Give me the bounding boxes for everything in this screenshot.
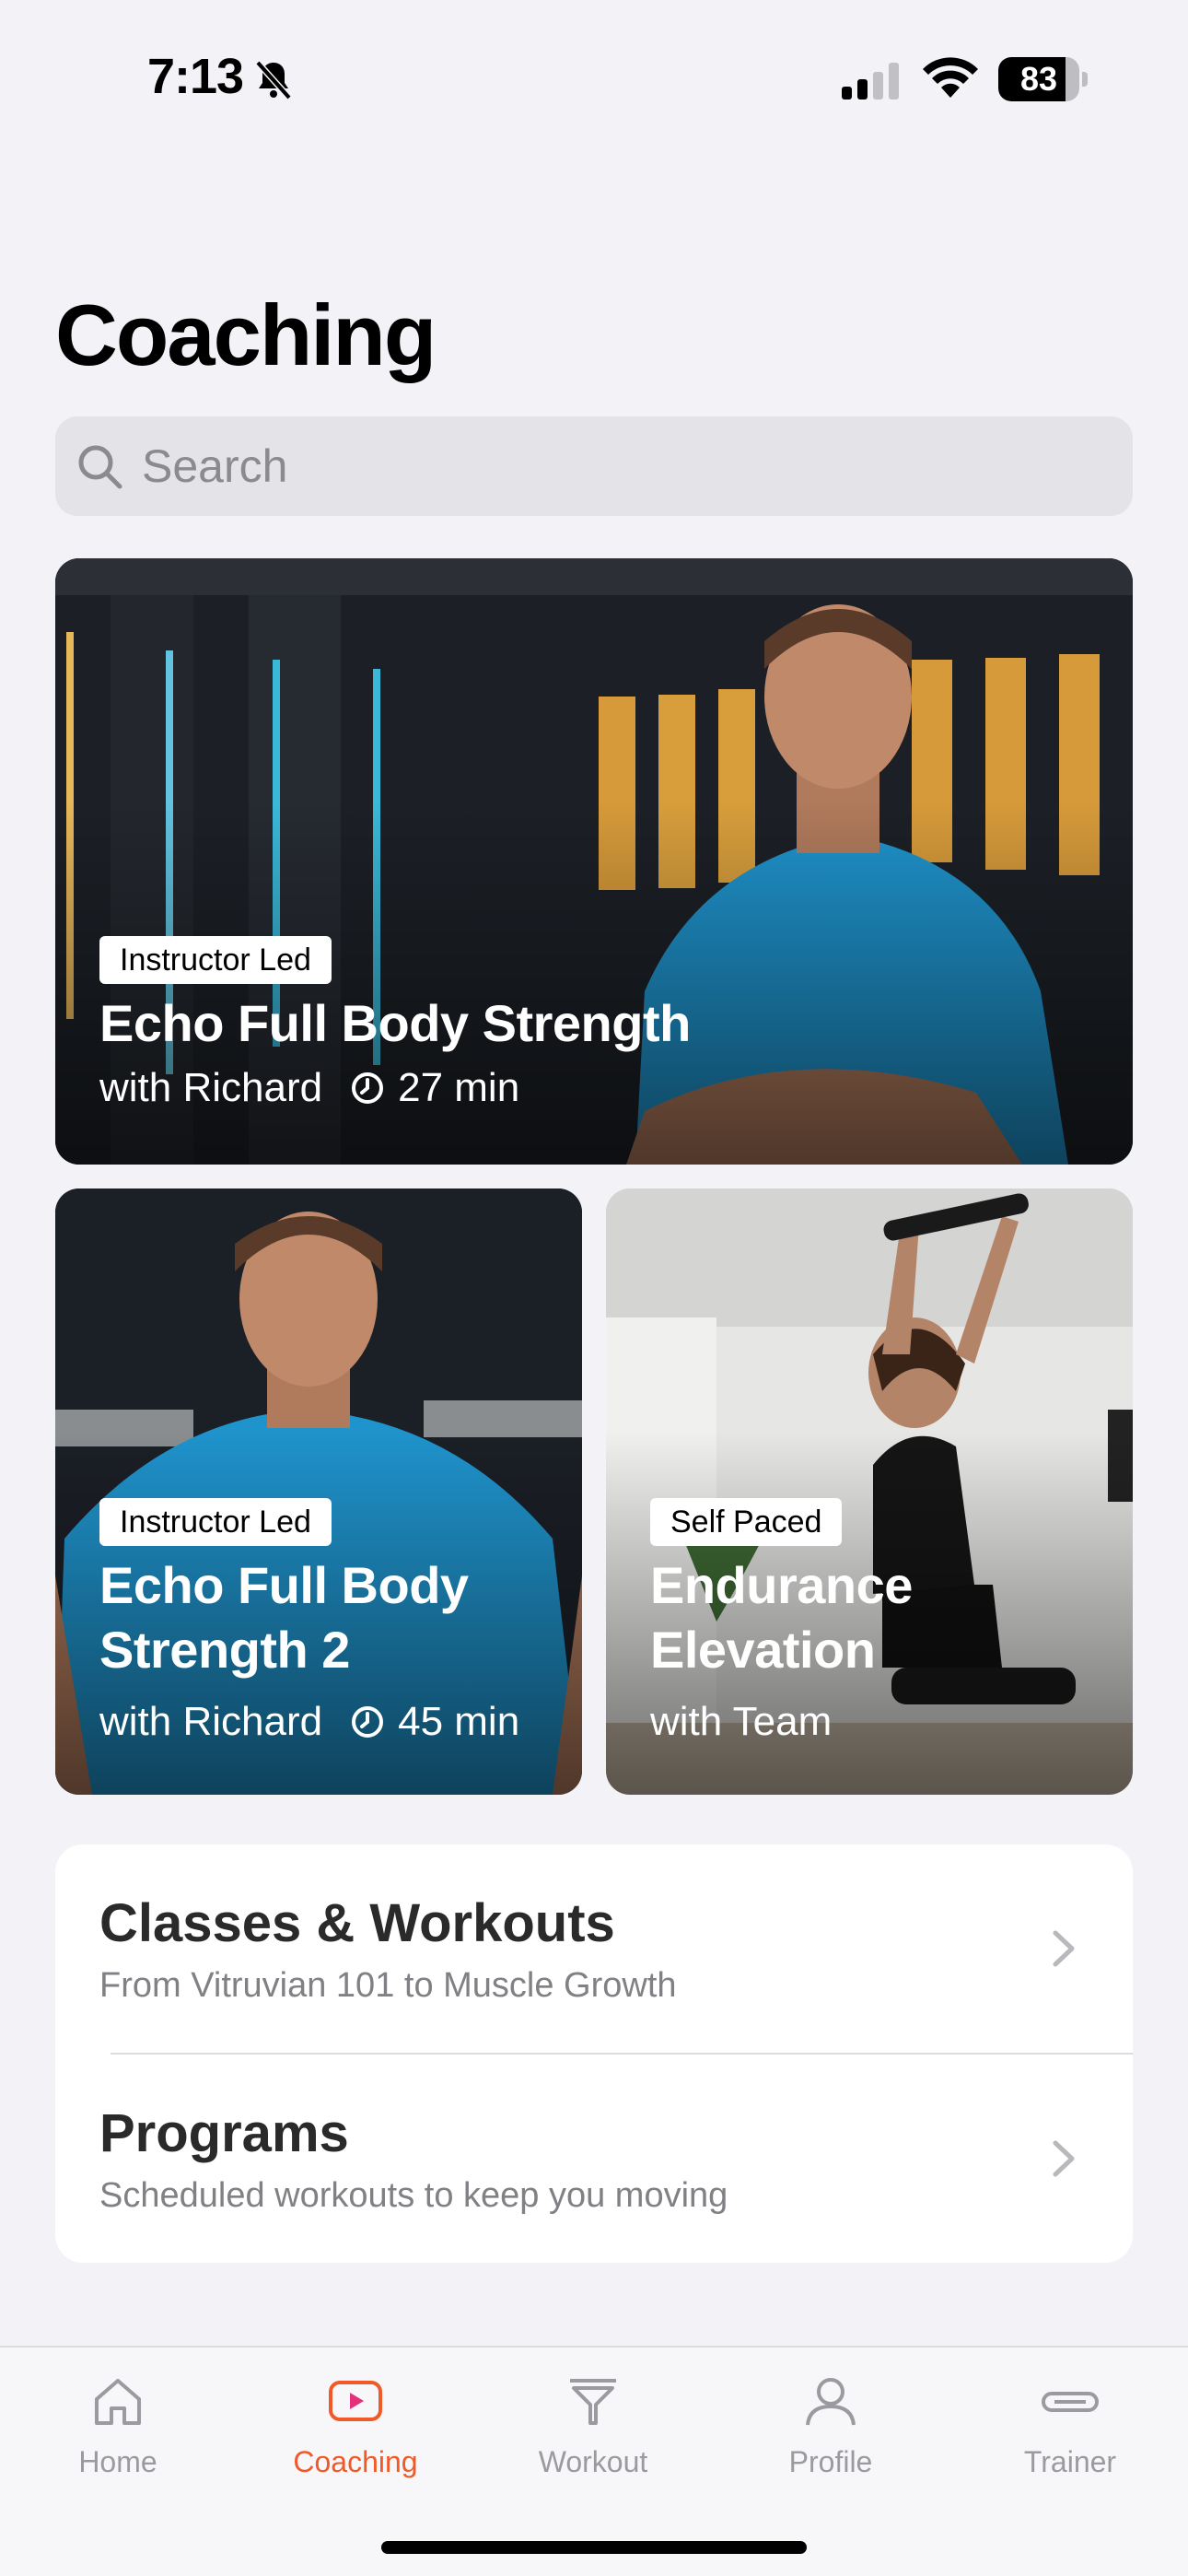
workout-title-line2: Elevation	[650, 1621, 876, 1679]
tab-label: Home	[78, 2445, 157, 2478]
search-input[interactable]	[142, 416, 1109, 516]
search-bar[interactable]	[55, 416, 1133, 516]
play-icon	[329, 2381, 382, 2421]
menu-item-title: Classes & Workouts	[99, 1893, 615, 1953]
person-icon	[806, 2378, 856, 2426]
menu-item-title: Programs	[99, 2103, 349, 2163]
tab-workout[interactable]: Workout	[501, 2371, 685, 2500]
workout-meta: with Richard 45 min	[99, 1697, 519, 1747]
funnel-icon	[570, 2379, 616, 2425]
tab-label: Profile	[788, 2445, 873, 2478]
workout-title-line1: Endurance	[650, 1556, 913, 1614]
clock-icon	[352, 1072, 384, 1104]
instructor-name: with Team	[650, 1699, 833, 1744]
status-time: 7:13	[147, 49, 244, 104]
home-indicator	[381, 2541, 807, 2554]
workout-meta: with Richard 27 min	[99, 1063, 519, 1113]
wifi-icon	[923, 57, 978, 98]
featured-workout-card[interactable]: Instructor Led Echo Full Body Strength w…	[55, 558, 1133, 1165]
tab-trainer[interactable]: Trainer	[978, 2371, 1162, 2500]
workout-title-line1: Echo Full Body	[99, 1556, 469, 1614]
tab-coaching[interactable]: Coaching	[263, 2371, 448, 2500]
tab-label: Trainer	[1023, 2445, 1117, 2478]
menu-item-classes-workouts[interactable]: Classes & Workouts From Vitruvian 101 to…	[55, 1844, 1133, 2053]
menu-item-subtitle: Scheduled workouts to keep you moving	[99, 2176, 728, 2215]
tab-home[interactable]: Home	[26, 2371, 210, 2500]
tab-label: Workout	[538, 2445, 648, 2478]
cellular-signal-icon	[842, 63, 899, 100]
instructor-name: with Richard	[99, 1065, 323, 1110]
workout-duration: 45 min	[398, 1699, 520, 1744]
tab-label: Coaching	[293, 2445, 418, 2478]
workout-card-echo-2[interactable]: Instructor Led Echo Full Body Strength 2…	[55, 1188, 582, 1795]
workout-type-badge: Self Paced	[650, 1498, 843, 1546]
chevron-right-icon	[1053, 2140, 1075, 2177]
chevron-right-icon	[1053, 1930, 1075, 1967]
workout-title: Echo Full Body Strength	[99, 994, 691, 1052]
workout-duration: 27 min	[398, 1065, 520, 1110]
device-icon	[1042, 2392, 1099, 2412]
workout-title-line2: Strength 2	[99, 1621, 350, 1679]
clock-icon	[352, 1706, 384, 1738]
bell-muted-icon	[255, 60, 292, 100]
workout-type-badge: Instructor Led	[99, 1498, 332, 1546]
browse-menu: Classes & Workouts From Vitruvian 101 to…	[55, 1844, 1133, 2263]
instructor-name: with Richard	[99, 1699, 323, 1744]
search-icon	[78, 445, 122, 489]
home-icon	[95, 2379, 141, 2425]
battery-indicator: 83	[998, 57, 1088, 101]
workout-card-endurance[interactable]: Self Paced Endurance Elevation with Team	[606, 1188, 1133, 1795]
menu-item-subtitle: From Vitruvian 101 to Muscle Growth	[99, 1966, 677, 2005]
battery-level: 83	[1019, 60, 1058, 98]
workout-meta: with Team	[650, 1697, 832, 1747]
menu-item-programs[interactable]: Programs Scheduled workouts to keep you …	[55, 2055, 1133, 2263]
page-title: Coaching	[55, 287, 437, 383]
workout-type-badge: Instructor Led	[99, 936, 332, 984]
status-bar: 7:13 83	[0, 0, 1188, 157]
tab-profile[interactable]: Profile	[739, 2371, 923, 2500]
